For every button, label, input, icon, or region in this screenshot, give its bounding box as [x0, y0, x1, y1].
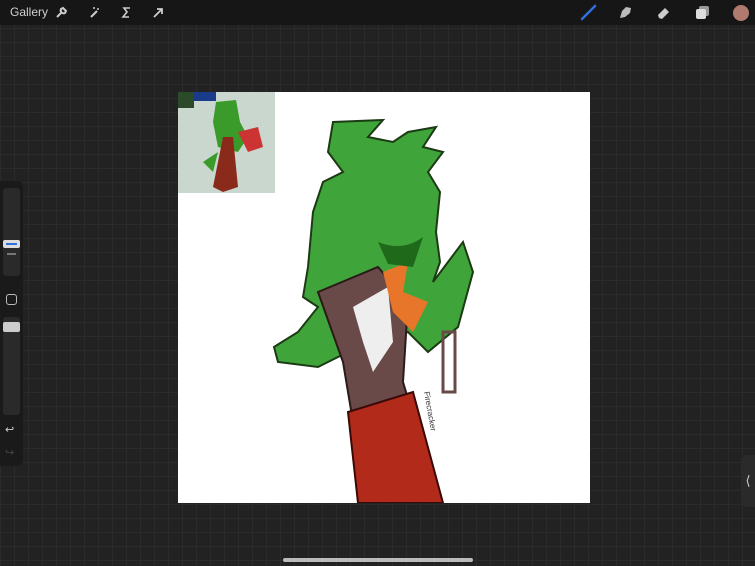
artist-signature: Firecracker	[422, 391, 438, 432]
layers-icon[interactable]	[694, 4, 711, 21]
wrench-icon[interactable]	[53, 4, 70, 21]
opacity-slider[interactable]	[3, 317, 20, 415]
gallery-button[interactable]: Gallery	[10, 5, 48, 19]
drawing-canvas[interactable]: Firecracker	[178, 92, 590, 503]
undo-icon[interactable]: ↩	[5, 423, 14, 436]
home-indicator[interactable]	[283, 558, 473, 562]
side-panel-handle[interactable]: ⟨	[741, 455, 755, 507]
transform-arrow-icon[interactable]	[150, 4, 167, 21]
color-swatch[interactable]	[733, 5, 749, 21]
opacity-thumb[interactable]	[3, 322, 20, 332]
brush-size-thumb[interactable]	[3, 240, 20, 248]
brush-size-slider[interactable]	[3, 188, 20, 276]
left-sidebar: ↩ ↪	[0, 181, 23, 466]
smudge-icon[interactable]	[617, 4, 634, 21]
character-artwork: Firecracker	[272, 118, 475, 503]
selection-icon[interactable]	[118, 4, 135, 21]
redo-icon[interactable]: ↪	[5, 446, 14, 459]
eraser-icon[interactable]	[655, 4, 672, 21]
chevron-left-icon: ⟨	[745, 473, 751, 488]
top-toolbar: Gallery	[0, 0, 755, 25]
modify-button[interactable]	[6, 294, 17, 305]
magic-wand-icon[interactable]	[86, 4, 103, 21]
brush-icon[interactable]	[580, 4, 597, 21]
